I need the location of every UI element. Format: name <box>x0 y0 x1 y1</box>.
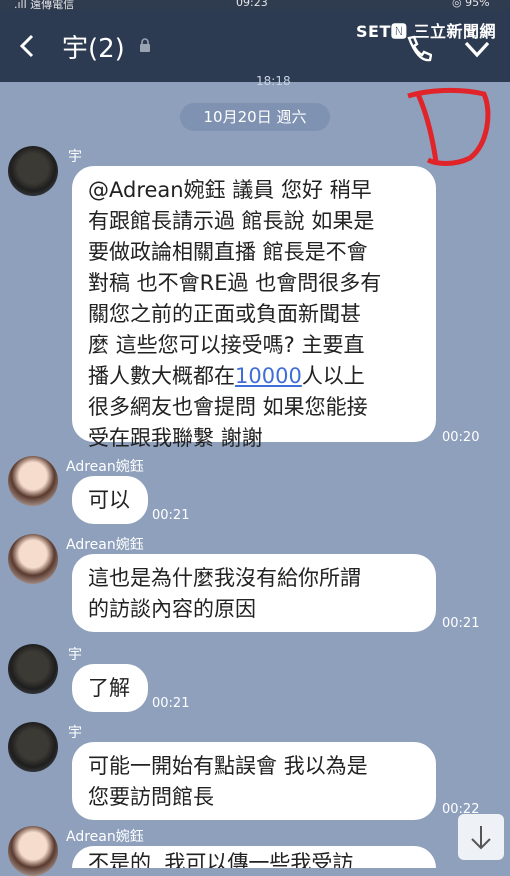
message-bubble[interactable]: 可以 <box>72 476 148 524</box>
clock: 09:23 <box>236 0 268 9</box>
message-text: 了解 <box>88 676 130 700</box>
message-bubble[interactable]: 了解 <box>72 664 148 712</box>
message-text: @Adrean婉鈺 議員 您好 稍早 有跟館長請示過 館長說 如果是 要做政論相… <box>88 178 382 388</box>
phone-icon[interactable] <box>404 34 432 64</box>
avatar[interactable] <box>8 826 58 876</box>
message-time: 00:21 <box>152 508 190 523</box>
message-bubble[interactable]: 不是的 我可以傳一些我受訪 <box>72 846 436 868</box>
message-link[interactable]: 10000 <box>235 364 302 388</box>
message-text: 這也是為什麼我沒有給你所謂 的訪談內容的原因 <box>88 566 361 621</box>
chat-title: 宇(2) <box>62 34 125 64</box>
sender-name: Adrean婉鈺 <box>66 459 144 475</box>
message-time: 00:21 <box>442 616 480 631</box>
battery-indicator: ◎ 95% <box>452 0 490 9</box>
avatar[interactable] <box>8 146 58 196</box>
date-separator: 10月20日 週六 <box>180 103 330 131</box>
previous-message-time: 18:18 <box>256 74 291 88</box>
back-button[interactable] <box>14 30 42 62</box>
chevron-left-icon <box>19 34 34 58</box>
chevron-down-icon[interactable] <box>462 38 492 60</box>
message-text: 不是的 我可以傳一些我受訪 <box>88 851 354 868</box>
scroll-to-bottom-button[interactable] <box>458 814 504 860</box>
message-time: 00:20 <box>442 430 480 445</box>
message-time: 00:21 <box>152 696 190 711</box>
sender-name: Adrean婉鈺 <box>66 829 144 845</box>
message-bubble[interactable]: 可能一開始有點誤會 我以為是 您要訪問館長 <box>72 742 436 820</box>
red-annotation-mark <box>407 87 491 166</box>
avatar[interactable] <box>8 534 58 584</box>
message-text: 可以 <box>88 488 130 512</box>
sender-name: 宇 <box>68 149 82 165</box>
avatar[interactable] <box>8 644 58 694</box>
message-bubble[interactable]: 這也是為什麼我沒有給你所謂 的訪談內容的原因 <box>72 554 436 632</box>
arrow-down-icon <box>471 826 491 850</box>
sender-name: 宇 <box>68 647 82 663</box>
avatar[interactable] <box>8 722 58 772</box>
sender-name: 宇 <box>68 725 82 741</box>
message-text: 可能一開始有點誤會 我以為是 您要訪問館長 <box>88 754 368 809</box>
lock-icon <box>140 38 150 52</box>
status-bar: .ıll 遠傳電信 09:23 ◎ 95% <box>0 0 510 11</box>
sender-name: Adrean婉鈺 <box>66 537 144 553</box>
chat-header: 宇(2) SET🅽 三立新聞網 <box>0 10 510 82</box>
avatar[interactable] <box>8 456 58 506</box>
message-bubble[interactable]: @Adrean婉鈺 議員 您好 稍早 有跟館長請示過 館長說 如果是 要做政論相… <box>72 166 436 450</box>
